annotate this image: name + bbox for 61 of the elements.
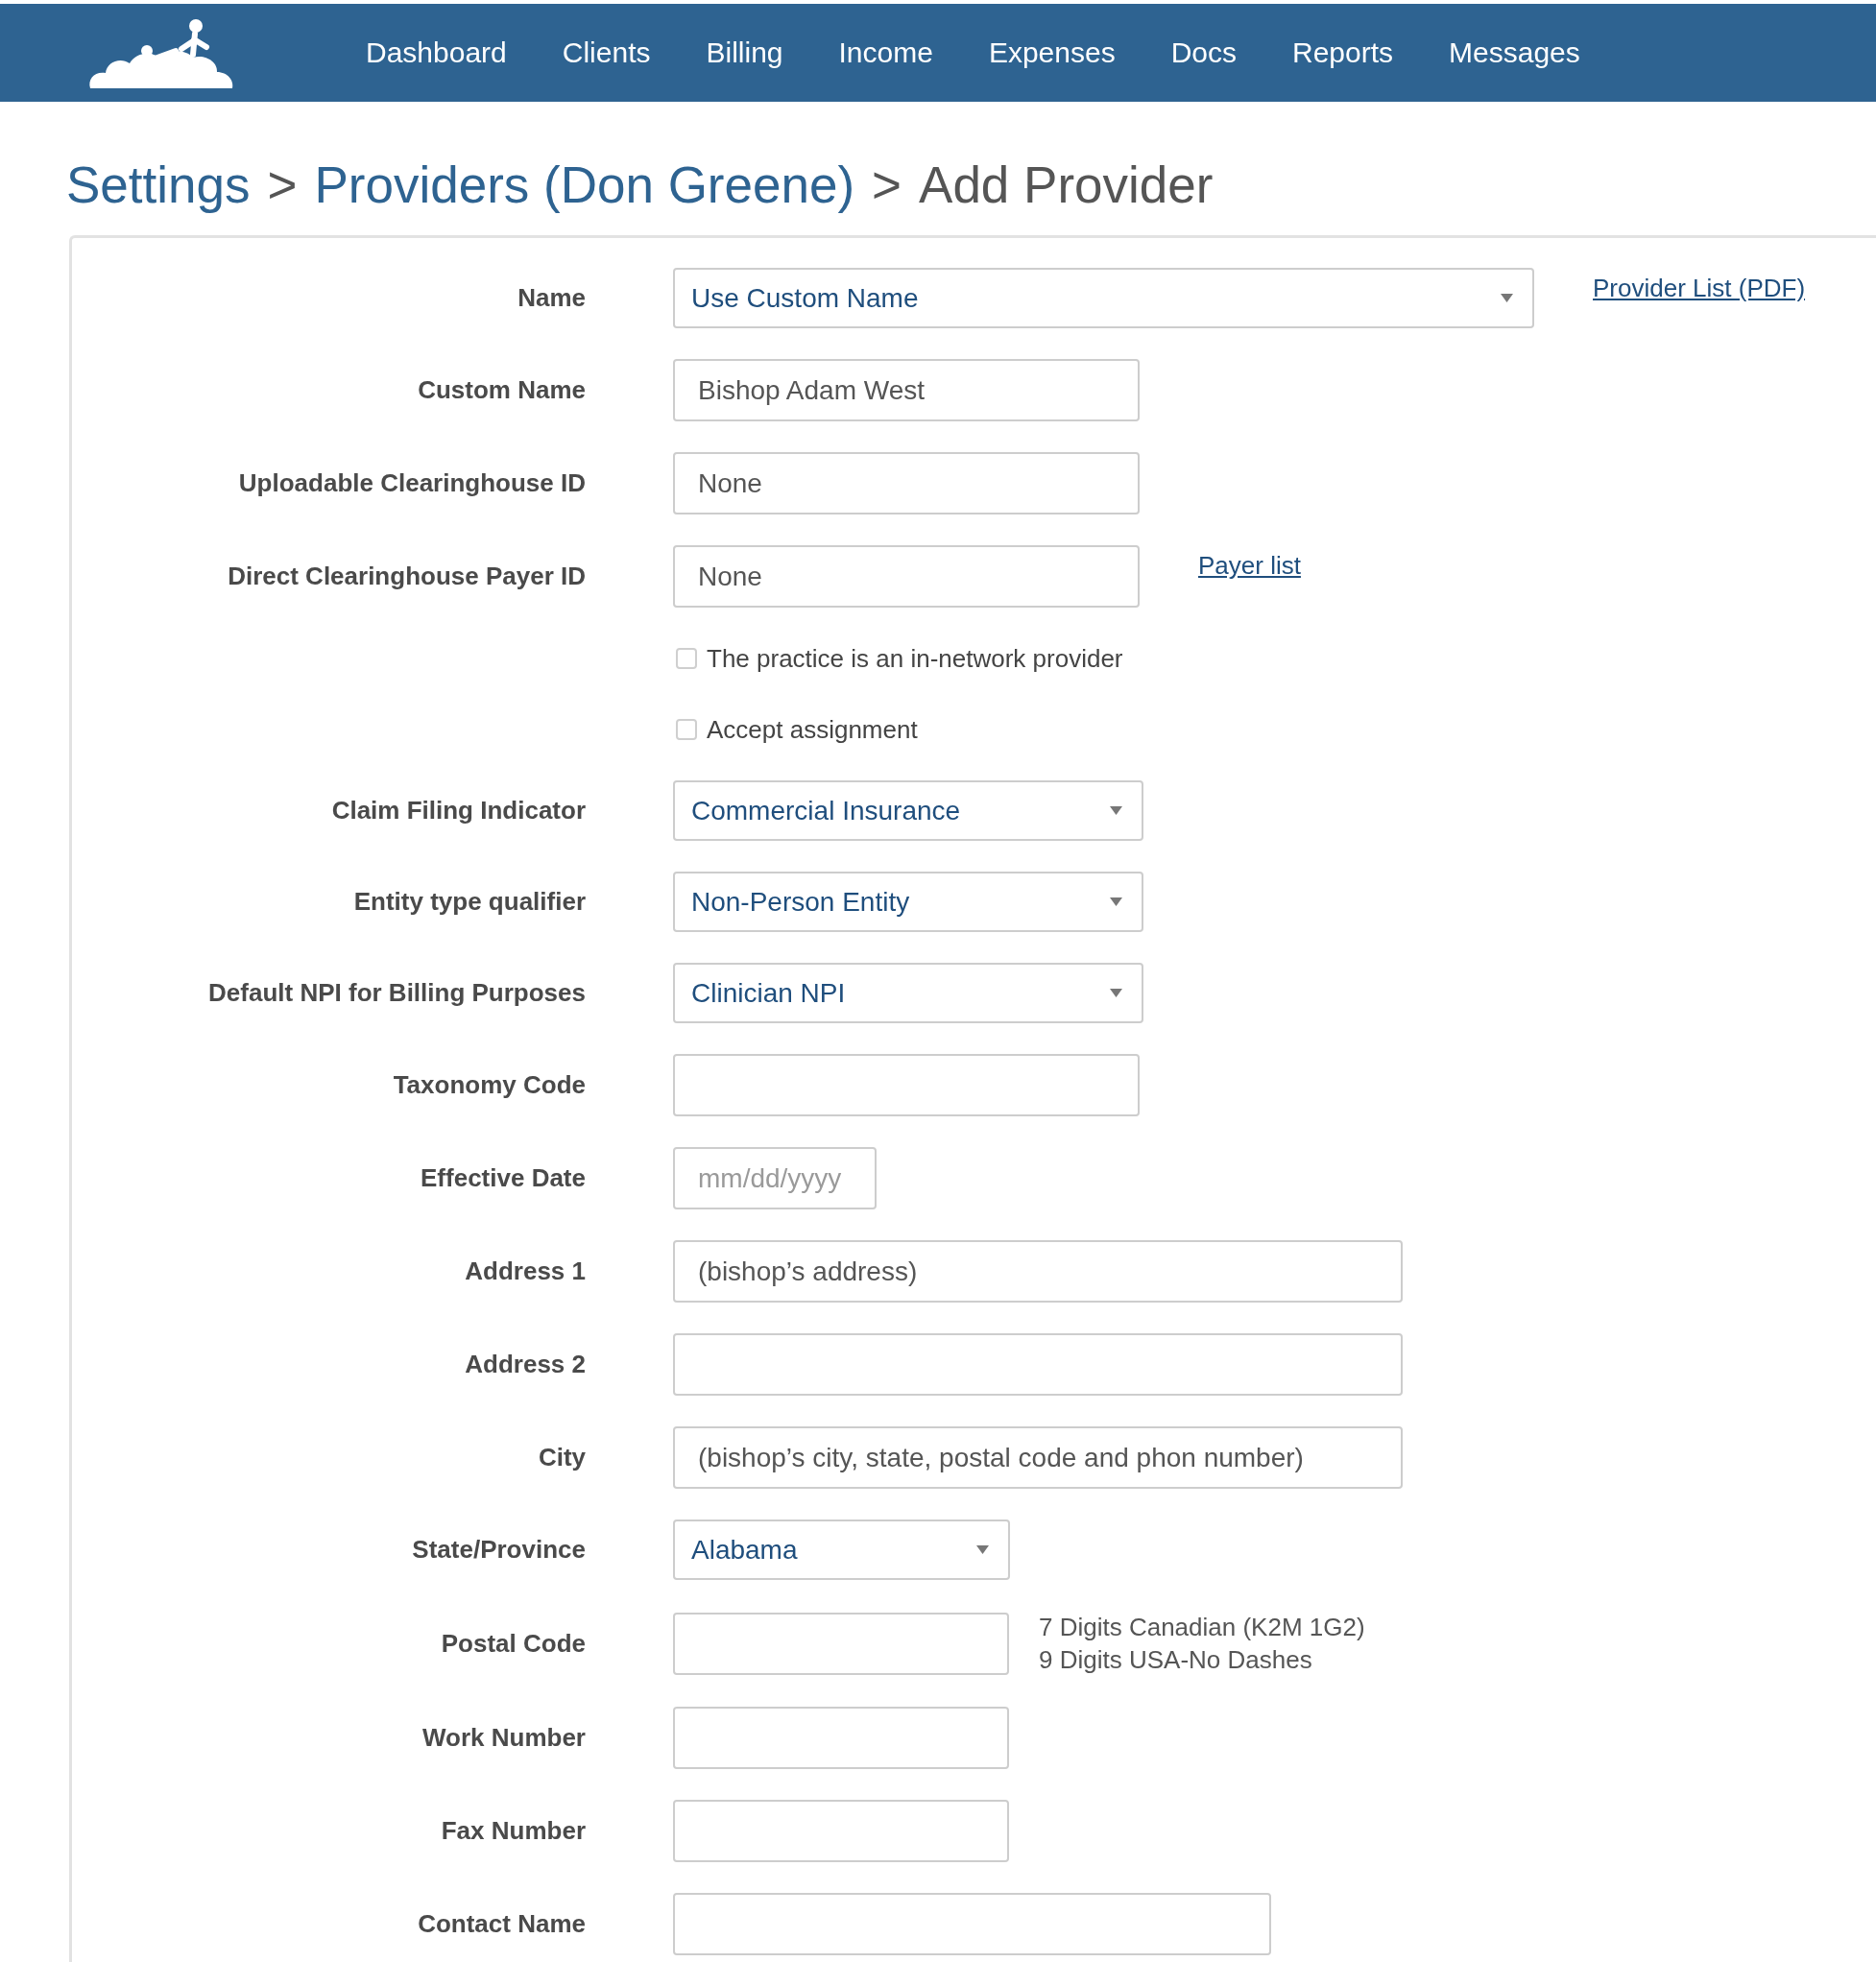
checkbox[interactable] bbox=[676, 719, 697, 740]
page-title: Add Provider bbox=[919, 156, 1214, 215]
field-label: Direct Clearinghouse Payer ID bbox=[227, 562, 586, 591]
text-field[interactable]: mm/dd/yyyy bbox=[673, 1147, 877, 1209]
cloud-logo-icon[interactable] bbox=[87, 17, 234, 88]
field-label: Claim Filing Indicator bbox=[330, 796, 586, 825]
breadcrumb-separator: > bbox=[872, 156, 902, 215]
text-field[interactable]: None bbox=[673, 545, 1140, 608]
nav-link[interactable]: Billing bbox=[706, 36, 783, 69]
nav-link[interactable]: Docs bbox=[1170, 36, 1237, 69]
field-label: Work Number bbox=[421, 1723, 586, 1753]
breadcrumb-link[interactable]: Settings bbox=[66, 155, 251, 216]
text-field[interactable]: Bishop Adam West bbox=[673, 359, 1140, 421]
field-label: State/Province bbox=[411, 1535, 586, 1565]
text-field[interactable]: (bishop’s address) bbox=[673, 1240, 1403, 1303]
field-label: Fax Number bbox=[440, 1816, 586, 1846]
field-label: Uploadable Clearinghouse ID bbox=[237, 468, 586, 498]
dropdown[interactable]: Alabama bbox=[673, 1519, 1010, 1580]
field-label: Effective Date bbox=[420, 1163, 586, 1193]
nav-link[interactable]: Clients bbox=[562, 36, 651, 69]
dropdown[interactable]: Clinician NPI bbox=[673, 963, 1143, 1023]
text-field[interactable] bbox=[673, 1612, 1009, 1675]
text-field[interactable]: (bishop’s city, state, postal code and phon number) bbox=[673, 1426, 1403, 1489]
field-label: Custom Name bbox=[417, 375, 586, 405]
text-field[interactable] bbox=[673, 1800, 1009, 1862]
dropdown[interactable]: Non-Person Entity bbox=[673, 872, 1143, 932]
nav-link[interactable]: Income bbox=[838, 36, 933, 69]
text-field[interactable] bbox=[673, 1333, 1403, 1396]
field-label: Name bbox=[517, 283, 586, 313]
caret-icon bbox=[1110, 897, 1122, 906]
text-field[interactable] bbox=[673, 1707, 1009, 1769]
text-field[interactable] bbox=[673, 1054, 1140, 1116]
hint-text: 7 Digits Canadian (K2M 1G2) bbox=[1039, 1612, 1365, 1643]
field-label: City bbox=[537, 1443, 586, 1472]
caret-icon bbox=[1501, 294, 1513, 302]
hint-text: 9 Digits USA-No Dashes bbox=[1039, 1644, 1313, 1676]
dropdown[interactable]: Use Custom Name bbox=[673, 268, 1534, 328]
caret-icon bbox=[1110, 806, 1122, 815]
nav-link[interactable]: Messages bbox=[1449, 36, 1580, 69]
text-link[interactable]: Payer list bbox=[1198, 551, 1301, 581]
checkbox[interactable] bbox=[676, 648, 697, 669]
checkbox-label: The practice is an in-network provider bbox=[707, 643, 1123, 674]
nav-link[interactable]: Dashboard bbox=[366, 36, 507, 69]
field-label: Postal Code bbox=[440, 1628, 586, 1659]
breadcrumb-separator: > bbox=[267, 156, 298, 215]
field-label: Address 1 bbox=[464, 1256, 586, 1286]
breadcrumb-link[interactable]: Providers (Don Greene) bbox=[314, 155, 855, 216]
field-label: Address 2 bbox=[464, 1350, 586, 1379]
field-label: Default NPI for Billing Purposes bbox=[207, 978, 586, 1008]
text-link[interactable]: Provider List (PDF) bbox=[1593, 274, 1806, 303]
nav-link[interactable]: Expenses bbox=[988, 36, 1116, 69]
checkbox-label: Accept assignment bbox=[707, 714, 918, 745]
field-label: Contact Name bbox=[417, 1909, 586, 1939]
text-field[interactable]: None bbox=[673, 452, 1140, 514]
dropdown[interactable]: Commercial Insurance bbox=[673, 780, 1143, 841]
nav-link[interactable]: Reports bbox=[1292, 36, 1394, 69]
text-field[interactable] bbox=[673, 1893, 1271, 1955]
field-label: Entity type qualifier bbox=[352, 887, 586, 917]
caret-icon bbox=[976, 1545, 989, 1554]
caret-icon bbox=[1110, 989, 1122, 997]
field-label: Taxonomy Code bbox=[392, 1070, 586, 1100]
